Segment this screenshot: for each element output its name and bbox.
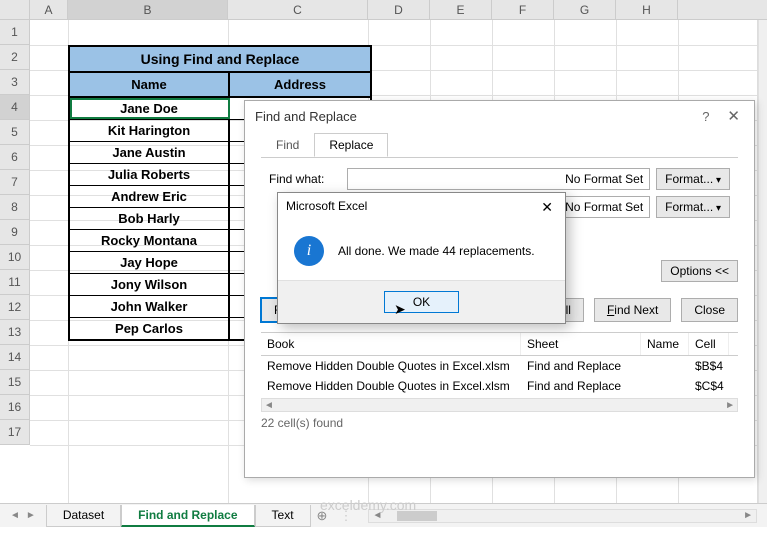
cell-name[interactable]: Jane Austin: [70, 142, 230, 163]
find-format-button[interactable]: Format...: [656, 168, 730, 190]
row-header-11[interactable]: 11: [0, 270, 30, 295]
cell-name[interactable]: Rocky Montana: [70, 230, 230, 251]
msgbox-message: All done. We made 44 replacements.: [338, 244, 535, 258]
sheet-nav[interactable]: ◄►: [0, 510, 46, 521]
select-all-corner[interactable]: [0, 0, 30, 19]
cell-name[interactable]: Jane Doe: [70, 98, 230, 119]
result-row[interactable]: Remove Hidden Double Quotes in Excel.xls…: [261, 356, 738, 376]
msgbox-close-icon[interactable]: ✕: [537, 199, 557, 216]
col-header-E[interactable]: E: [430, 0, 492, 19]
close-button[interactable]: Close: [681, 298, 738, 322]
dialog-titlebar[interactable]: Find and Replace ? ✕: [245, 101, 754, 131]
dialog-tabs: Find Replace: [245, 133, 754, 157]
row-header-10[interactable]: 10: [0, 245, 30, 270]
row-header-4[interactable]: 4: [0, 95, 30, 120]
find-what-label: Find what:: [269, 172, 341, 186]
row-header-15[interactable]: 15: [0, 370, 30, 395]
cell-name[interactable]: Julia Roberts: [70, 164, 230, 185]
table-title: Using Find and Replace: [70, 47, 370, 73]
col-header-D[interactable]: D: [368, 0, 430, 19]
dialog-title: Find and Replace: [255, 109, 357, 124]
sheet-tab[interactable]: Find and Replace: [121, 505, 254, 527]
row-header-14[interactable]: 14: [0, 345, 30, 370]
cell-name[interactable]: Jay Hope: [70, 252, 230, 273]
row-header-8[interactable]: 8: [0, 195, 30, 220]
replace-format-button[interactable]: Format...: [656, 196, 730, 218]
horizontal-scrollbar[interactable]: ◄►: [368, 509, 757, 523]
row-header-16[interactable]: 16: [0, 395, 30, 420]
cell-name[interactable]: Pep Carlos: [70, 318, 230, 339]
col-header-G[interactable]: G: [554, 0, 616, 19]
results-list[interactable]: Remove Hidden Double Quotes in Excel.xls…: [261, 356, 738, 396]
sheet-tab[interactable]: Text: [255, 505, 311, 527]
cell-name[interactable]: Bob Harly: [70, 208, 230, 229]
tab-replace[interactable]: Replace: [314, 133, 388, 157]
message-box: Microsoft Excel ✕ i All done. We made 44…: [277, 192, 566, 324]
col-header-H[interactable]: H: [616, 0, 678, 19]
cell-name[interactable]: Kit Harington: [70, 120, 230, 141]
row-header-12[interactable]: 12: [0, 295, 30, 320]
header-address: Address: [230, 73, 370, 96]
row-header-1[interactable]: 1: [0, 20, 30, 45]
row-headers: 1234567891011121314151617: [0, 20, 30, 445]
col-header-F[interactable]: F: [492, 0, 554, 19]
info-icon: i: [294, 236, 324, 266]
row-header-5[interactable]: 5: [0, 120, 30, 145]
row-header-7[interactable]: 7: [0, 170, 30, 195]
sheet-tab-bar: ◄► DatasetFind and ReplaceText ⊕ ⋮ ◄►: [0, 503, 767, 527]
column-headers: ABCDEFGH: [0, 0, 767, 20]
add-sheet-button[interactable]: ⊕: [311, 508, 334, 524]
cell-name[interactable]: Andrew Eric: [70, 186, 230, 207]
options-button[interactable]: Options <<: [661, 260, 738, 282]
col-header-A[interactable]: A: [30, 0, 68, 19]
tab-find[interactable]: Find: [261, 133, 314, 157]
header-name: Name: [70, 73, 230, 96]
row-header-6[interactable]: 6: [0, 145, 30, 170]
find-next-button[interactable]: Find Next: [594, 298, 671, 322]
msgbox-title: Microsoft Excel: [286, 199, 367, 216]
result-row[interactable]: Remove Hidden Double Quotes in Excel.xls…: [261, 376, 738, 396]
sheet-tabs-container: DatasetFind and ReplaceText: [46, 505, 311, 527]
col-header-C[interactable]: C: [228, 0, 368, 19]
find-format-preview: No Format Set: [347, 168, 650, 190]
sheet-tab[interactable]: Dataset: [46, 505, 121, 527]
col-header-B[interactable]: B: [68, 0, 228, 19]
ok-button[interactable]: OK: [384, 291, 459, 313]
row-header-3[interactable]: 3: [0, 70, 30, 95]
row-header-17[interactable]: 17: [0, 420, 30, 445]
cell-name[interactable]: John Walker: [70, 296, 230, 317]
results-hscroll[interactable]: ◄►: [261, 398, 738, 412]
results-header: Book Sheet Name Cell: [261, 332, 738, 356]
msgbox-titlebar[interactable]: Microsoft Excel ✕: [278, 193, 565, 222]
help-icon[interactable]: ?: [702, 109, 709, 124]
table-header-row: Name Address: [70, 73, 370, 98]
row-header-2[interactable]: 2: [0, 45, 30, 70]
row-header-13[interactable]: 13: [0, 320, 30, 345]
close-icon[interactable]: ✕: [723, 107, 744, 125]
row-header-9[interactable]: 9: [0, 220, 30, 245]
status-text: 22 cell(s) found: [261, 416, 738, 430]
cell-name[interactable]: Jony Wilson: [70, 274, 230, 295]
